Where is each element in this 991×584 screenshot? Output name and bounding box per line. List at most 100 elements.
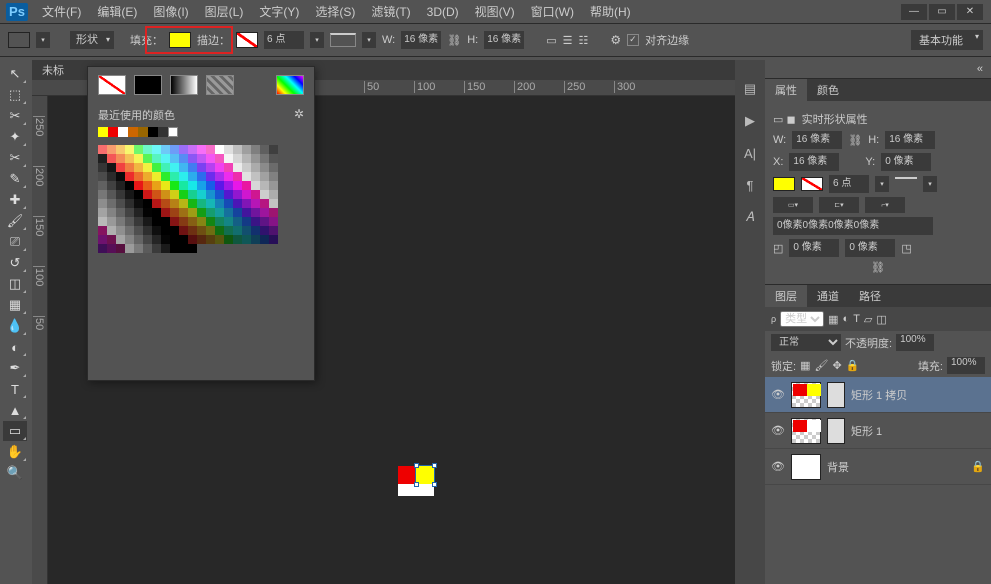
gear-icon[interactable]: ⚙ bbox=[610, 33, 621, 47]
stroke-style[interactable] bbox=[330, 33, 356, 47]
window-close[interactable]: ✕ bbox=[957, 4, 983, 20]
link-icon[interactable]: ⛓ bbox=[848, 134, 862, 147]
fill-swatch[interactable] bbox=[169, 32, 191, 48]
layer-name[interactable]: 矩形 1 bbox=[851, 423, 882, 439]
marquee-tool[interactable]: ⬚ bbox=[3, 85, 27, 105]
prop-stroke-style[interactable] bbox=[895, 177, 917, 191]
paragraph-panel-icon[interactable]: ¶ bbox=[740, 176, 760, 194]
align-stroke-dd[interactable]: ▭▾ bbox=[773, 197, 813, 213]
caps-dd[interactable]: ⊏▾ bbox=[819, 197, 859, 213]
prop-y-input[interactable]: 0 像素 bbox=[881, 153, 931, 171]
width-input[interactable]: 16 像素 bbox=[401, 31, 441, 49]
stroke-swatch[interactable] bbox=[236, 32, 258, 48]
workspace-select[interactable]: 基本功能 bbox=[911, 30, 983, 50]
blur-tool[interactable]: 💧 bbox=[3, 316, 27, 336]
channels-tab[interactable]: 通道 bbox=[807, 285, 849, 307]
filter-type-icon[interactable]: T bbox=[853, 313, 860, 325]
fill-solid-tab[interactable] bbox=[134, 75, 162, 95]
layer-filter-kind[interactable]: 类型 bbox=[780, 311, 824, 327]
stamp-tool[interactable]: ⎚ bbox=[3, 232, 27, 252]
blend-mode-select[interactable]: 正常 bbox=[771, 334, 841, 351]
visibility-icon[interactable]: 👁 bbox=[771, 460, 785, 473]
layer-mask-thumb[interactable] bbox=[827, 382, 845, 408]
path-select-tool[interactable]: ▲ bbox=[3, 400, 27, 420]
filter-shape-icon[interactable]: ▱ bbox=[864, 313, 872, 326]
menu-select[interactable]: 选择(S) bbox=[307, 0, 363, 24]
selected-shape[interactable] bbox=[398, 466, 436, 496]
filter-pixel-icon[interactable]: ▦ bbox=[828, 313, 838, 326]
window-minimize[interactable]: — bbox=[901, 4, 927, 20]
layer-mask-thumb[interactable] bbox=[827, 418, 845, 444]
align-edges-checkbox[interactable] bbox=[627, 34, 639, 46]
character-panel-icon[interactable]: A| bbox=[740, 144, 760, 162]
heal-tool[interactable]: ✚ bbox=[3, 190, 27, 210]
fill-gradient-tab[interactable] bbox=[170, 75, 198, 95]
stroke-width-input[interactable]: 6 点 bbox=[264, 31, 304, 49]
lock-pixel-icon[interactable]: 🖌 bbox=[814, 359, 828, 372]
prop-stroke-swatch[interactable] bbox=[801, 177, 823, 191]
lock-pos-icon[interactable]: ✥ bbox=[832, 359, 841, 372]
properties-tab[interactable]: 属性 bbox=[765, 79, 807, 101]
corner-radii[interactable]: 0像素0像素0像素0像素 bbox=[773, 217, 933, 235]
link-corners-icon[interactable]: ⛓ bbox=[871, 261, 885, 274]
opacity-input[interactable]: 100% bbox=[896, 334, 934, 351]
menu-3d[interactable]: 3D(D) bbox=[419, 0, 467, 24]
menu-edit[interactable]: 编辑(E) bbox=[89, 0, 145, 24]
filter-adjust-icon[interactable]: ◐ bbox=[843, 313, 850, 325]
lasso-tool[interactable]: ✂ bbox=[3, 106, 27, 126]
tool-preset[interactable] bbox=[8, 32, 30, 48]
height-input[interactable]: 16 像素 bbox=[484, 31, 524, 49]
prop-stroke-dd[interactable]: ▾ bbox=[875, 176, 889, 192]
visibility-icon[interactable]: 👁 bbox=[771, 424, 785, 437]
arrange-icon[interactable]: ☷ bbox=[579, 34, 589, 47]
prop-fill-swatch[interactable] bbox=[773, 177, 795, 191]
picker-menu-icon[interactable]: ✲ bbox=[294, 107, 304, 123]
prop-stroke-style-dd[interactable]: ▾ bbox=[923, 176, 937, 192]
prop-h-input[interactable]: 16 像素 bbox=[885, 131, 935, 149]
corner-tl-input[interactable]: 0 像素 bbox=[789, 239, 839, 257]
menu-view[interactable]: 视图(V) bbox=[467, 0, 523, 24]
path-ops-icon[interactable]: ▭ bbox=[546, 34, 556, 47]
menu-file[interactable]: 文件(F) bbox=[34, 0, 89, 24]
paths-tab[interactable]: 路径 bbox=[849, 285, 891, 307]
layer-name[interactable]: 矩形 1 拷贝 bbox=[851, 387, 907, 403]
window-maximize[interactable]: ▭ bbox=[929, 4, 955, 20]
rectangle-tool[interactable]: ▭ bbox=[3, 421, 27, 441]
color-picker-button[interactable] bbox=[276, 75, 304, 95]
dodge-tool[interactable]: ◐ bbox=[3, 337, 27, 357]
lock-all-icon[interactable]: 🔒 bbox=[846, 359, 860, 372]
type-tool[interactable]: T bbox=[3, 379, 27, 399]
prop-stroke-width[interactable]: 6 点 bbox=[829, 175, 869, 193]
hand-tool[interactable]: ✋ bbox=[3, 442, 27, 462]
layer-row-2[interactable]: 👁 矩形 1 bbox=[765, 413, 991, 449]
layers-tab[interactable]: 图层 bbox=[765, 285, 807, 307]
gradient-tool[interactable]: ▦ bbox=[3, 295, 27, 315]
layer-row-1[interactable]: 👁 矩形 1 拷贝 bbox=[765, 377, 991, 413]
stroke-style-dropdown[interactable]: ▾ bbox=[362, 32, 376, 48]
document-tab[interactable]: 未标 bbox=[42, 62, 64, 78]
align-icon[interactable]: ☰ bbox=[563, 34, 573, 47]
actions-panel-icon[interactable]: ▶ bbox=[740, 112, 760, 130]
styles-panel-icon[interactable]: 𝐴 bbox=[740, 208, 760, 226]
visibility-icon[interactable]: 👁 bbox=[771, 388, 785, 401]
crop-tool[interactable]: ✂ bbox=[3, 148, 27, 168]
prop-w-input[interactable]: 16 像素 bbox=[792, 131, 842, 149]
color-tab[interactable]: 颜色 bbox=[807, 79, 849, 101]
zoom-tool[interactable]: 🔍 bbox=[3, 463, 27, 483]
lock-trans-icon[interactable]: ▦ bbox=[800, 359, 810, 372]
prop-x-input[interactable]: 16 像素 bbox=[789, 153, 839, 171]
fill-none-tab[interactable] bbox=[98, 75, 126, 95]
stroke-width-dropdown[interactable]: ▾ bbox=[310, 32, 324, 48]
menu-type[interactable]: 文字(Y) bbox=[251, 0, 307, 24]
layer-row-3[interactable]: 👁 背景 🔒 bbox=[765, 449, 991, 485]
color-swatches[interactable] bbox=[88, 137, 296, 261]
layer-name[interactable]: 背景 bbox=[827, 459, 849, 475]
menu-image[interactable]: 图像(I) bbox=[145, 0, 196, 24]
filter-smart-icon[interactable]: ◫ bbox=[876, 313, 886, 326]
shape-mode-select[interactable]: 形状 bbox=[70, 31, 114, 49]
move-tool[interactable]: ↖ bbox=[3, 64, 27, 84]
history-panel-icon[interactable]: ▤ bbox=[740, 80, 760, 98]
brush-tool[interactable]: 🖌 bbox=[3, 211, 27, 231]
menu-help[interactable]: 帮助(H) bbox=[582, 0, 639, 24]
fill-opacity-input[interactable]: 100% bbox=[947, 357, 985, 374]
